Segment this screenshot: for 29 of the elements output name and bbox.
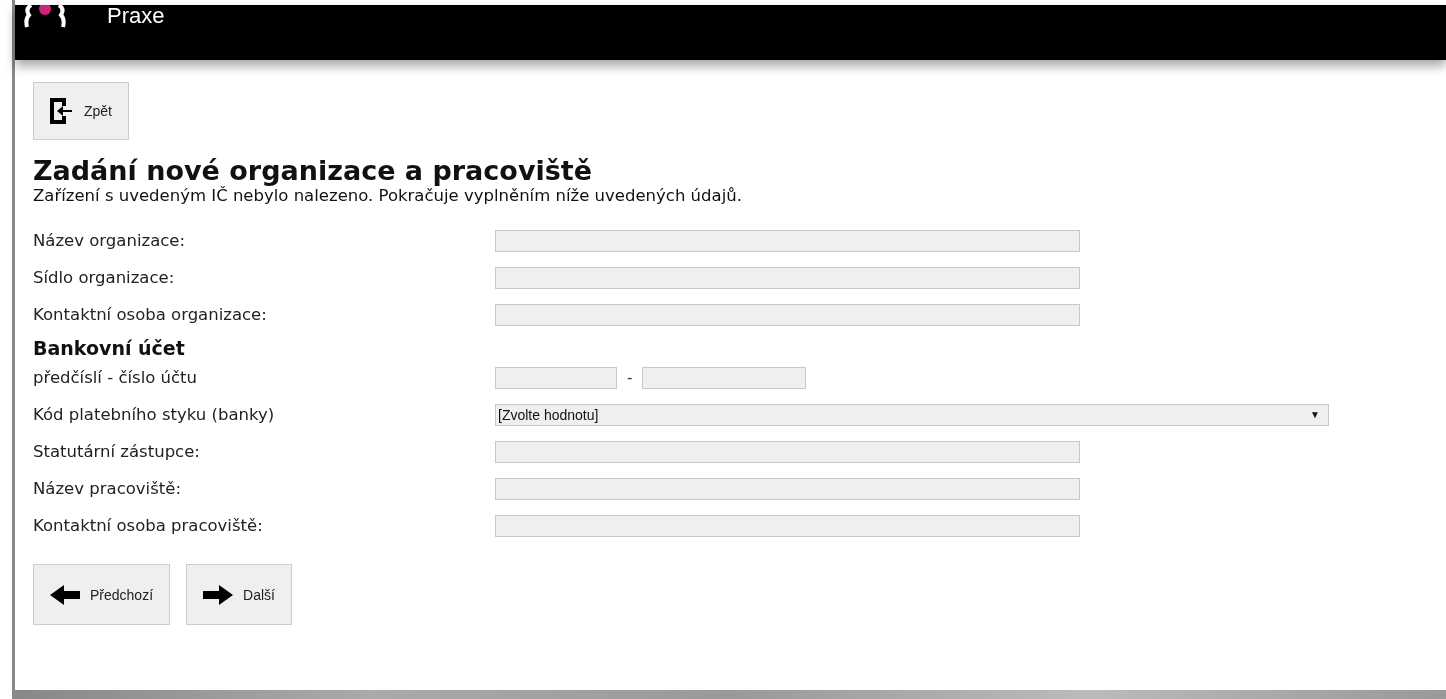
field-label: Kontaktní osoba pracoviště: — [33, 516, 264, 535]
text-input[interactable] — [495, 229, 1080, 252]
back-button[interactable]: Zpět — [33, 82, 129, 140]
field-label: Sídlo organizace: — [33, 268, 176, 287]
section-heading: Bankovní účet — [33, 337, 186, 359]
text-input[interactable] — [495, 514, 1080, 537]
text-input[interactable] — [495, 303, 1080, 326]
text-input[interactable] — [495, 266, 1080, 289]
field-label: Název organizace: — [33, 231, 187, 250]
previous-button[interactable]: Předchozí — [33, 564, 171, 625]
text-input[interactable] — [495, 477, 1080, 500]
field-label: předčíslí - číslo účtu — [33, 368, 199, 387]
info-message: Zařízení s uvedeným IČ nebylo nalezeno. Pokračuje vyplněním níže uvedených údajů. — [33, 186, 743, 206]
field-label: Kontaktní osoba organizace: — [33, 305, 268, 324]
next-button[interactable]: Další — [186, 564, 292, 625]
text-input[interactable] — [495, 440, 1080, 463]
right-arrow-icon — [203, 584, 234, 605]
separator: - — [627, 368, 633, 387]
field-label: Název pracoviště: — [33, 479, 182, 498]
field-label: Statutární zástupce: — [33, 442, 201, 461]
page-heading: Zadání nové organizace a pracoviště — [33, 156, 594, 186]
left-arrow-icon — [50, 584, 80, 605]
logo-icon — [23, 5, 67, 29]
bank-code-select[interactable]: [Zvolte hodnotu] ▼ — [495, 403, 1329, 426]
exit-icon — [50, 98, 74, 124]
prefix-input[interactable] — [495, 366, 617, 389]
field-label: Kód platebního styku (banky) — [33, 405, 276, 424]
account-number-input[interactable] — [642, 366, 807, 389]
app-title: Praxe — [107, 5, 165, 27]
